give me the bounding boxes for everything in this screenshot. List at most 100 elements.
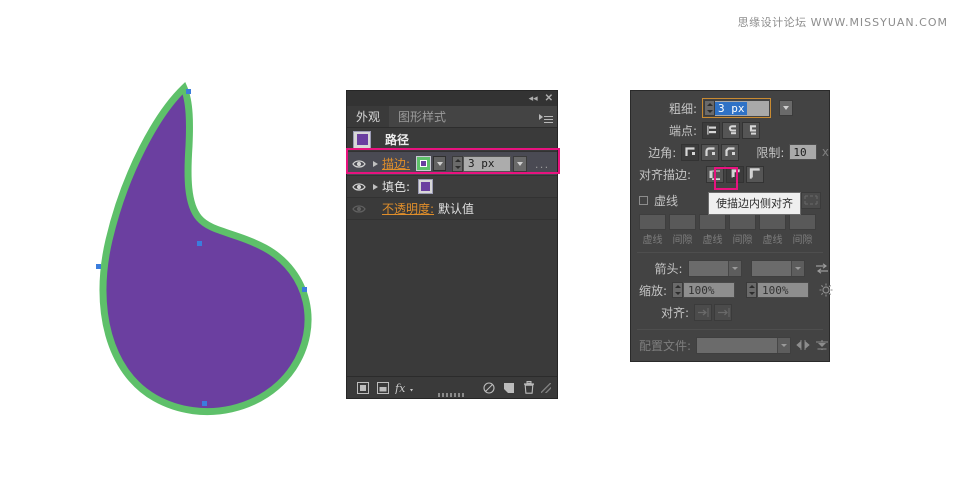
tab-graphic-styles[interactable]: 图形样式 (389, 106, 455, 127)
fx-icon[interactable]: fx (393, 379, 417, 397)
gap-input-1[interactable] (669, 214, 696, 230)
stroke-label[interactable]: 描边: (382, 155, 410, 172)
stroke-weight-stepper[interactable] (452, 155, 464, 172)
visibility-eye-icon[interactable] (350, 200, 368, 218)
flip-along-icon[interactable] (815, 337, 829, 353)
appearance-row-opacity[interactable]: 不透明度: 默认值 (347, 198, 557, 220)
fill-color-swatch[interactable] (418, 179, 434, 194)
dash-input-2[interactable] (699, 214, 726, 230)
visibility-eye-icon[interactable] (350, 155, 368, 173)
arrow-scale-end-input[interactable]: 100% (757, 282, 810, 298)
stroke-corner-group (681, 143, 740, 161)
stroke-cap-row: 端点: (631, 119, 829, 141)
dash-cell: 间隙 (729, 214, 756, 246)
stroke-more-options[interactable]: ... (535, 157, 550, 171)
arrow-scale-end-stepper[interactable] (746, 282, 758, 298)
delete-item-icon[interactable] (519, 379, 539, 397)
stroke-weight-stepper[interactable] (704, 100, 715, 116)
dash-input-1[interactable] (639, 214, 666, 230)
miter-limit-unit: x (821, 145, 829, 159)
arrowhead-start-select[interactable] (687, 259, 742, 277)
stroke-weight-input[interactable]: 3 px (715, 100, 769, 116)
stroke-swatch-dropdown-icon[interactable] (433, 156, 447, 171)
link-scale-icon[interactable] (819, 282, 833, 298)
align-stroke-tooltip: 使描边内侧对齐 (708, 192, 801, 215)
arrowhead-end-select[interactable] (750, 259, 805, 277)
arrow-align-row: 对齐: (631, 301, 829, 323)
visibility-eye-icon[interactable] (350, 178, 368, 196)
dash-input-3[interactable] (759, 214, 786, 230)
anchor-point[interactable] (186, 89, 191, 94)
anchor-point[interactable] (202, 401, 207, 406)
stroke-color-swatch[interactable] (416, 156, 432, 171)
stroke-weight-dropdown-icon[interactable] (513, 155, 528, 172)
align-stroke-outside-icon[interactable] (746, 165, 764, 183)
stroke-weight-input[interactable]: 3 px (463, 155, 512, 172)
miter-join-icon[interactable] (681, 143, 700, 161)
watermark-site-name: 思缘设计论坛 (737, 16, 807, 29)
round-cap-icon[interactable] (722, 121, 740, 139)
miter-limit-input[interactable]: 10 (789, 144, 817, 160)
clear-appearance-icon[interactable] (479, 379, 499, 397)
anchor-point[interactable] (96, 264, 101, 269)
close-icon[interactable]: ✕ (545, 93, 553, 104)
dash-caption-1: 虚线 (642, 235, 663, 246)
arrow-align-group (694, 303, 732, 321)
width-profile-select[interactable] (696, 336, 791, 354)
gap-input-3[interactable] (789, 214, 816, 230)
tab-appearance[interactable]: 外观 (347, 106, 390, 127)
add-new-fill-icon[interactable] (373, 379, 393, 397)
anchor-point[interactable] (302, 287, 307, 292)
panel-menu-icon[interactable] (539, 110, 553, 123)
duplicate-item-icon[interactable] (499, 379, 519, 397)
resize-grip[interactable] (541, 382, 551, 393)
appearance-row-object[interactable]: 路径 (347, 128, 557, 152)
add-new-stroke-icon[interactable] (353, 379, 373, 397)
bevel-join-icon[interactable] (721, 143, 740, 161)
round-join-icon[interactable] (701, 143, 720, 161)
gap-caption-1: 间隙 (672, 235, 693, 246)
opacity-value: 默认值 (438, 202, 475, 216)
collapse-icon[interactable]: ◂◂ (529, 94, 538, 103)
arrow-scale-start-control[interactable]: 100% (672, 282, 736, 298)
panel-drag-handle[interactable] (438, 393, 466, 397)
expand-fill-icon[interactable] (368, 184, 382, 190)
watermark: 思缘设计论坛 WWW.MISSYUAN.COM (738, 14, 948, 30)
fill-label[interactable]: 填色: (382, 178, 410, 195)
chevron-down-icon (777, 337, 790, 353)
panel-divider (637, 252, 823, 253)
opacity-label[interactable]: 不透明度: (382, 200, 434, 217)
anchor-point[interactable] (197, 241, 202, 246)
stroke-weight-dropdown-icon[interactable] (779, 100, 793, 116)
stroke-cap-label: 端点: (668, 123, 697, 138)
panel-divider (637, 329, 823, 330)
appearance-row-stroke[interactable]: 描边: 3 px ... (347, 152, 557, 176)
arrow-scale-start-input[interactable]: 100% (683, 282, 736, 298)
stroke-weight-control[interactable]: 3 px (702, 98, 771, 118)
extend-arrows-beyond-end-icon[interactable] (694, 303, 712, 321)
align-stroke-highlight-box (714, 167, 738, 190)
arrow-scale-start-stepper[interactable] (672, 282, 684, 298)
appearance-attribute-list: 路径 描边: 3 px ... 填色: 不透明度: 默认值 (347, 128, 557, 376)
flip-across-icon[interactable] (796, 337, 810, 353)
appearance-row-fill[interactable]: 填色: (347, 176, 557, 198)
expand-stroke-icon[interactable] (368, 161, 382, 167)
butt-cap-icon[interactable] (702, 121, 720, 139)
arrow-scale-label: 缩放: (639, 283, 668, 298)
width-profile-row: 配置文件: (631, 334, 829, 356)
arrow-scale-row: 缩放: 100% 100% (631, 279, 833, 301)
swap-arrowheads-icon[interactable] (815, 260, 829, 276)
projecting-cap-icon[interactable] (742, 121, 760, 139)
gap-input-2[interactable] (729, 214, 756, 230)
dashed-line-checkbox[interactable] (639, 195, 648, 205)
object-thumbnail (353, 130, 371, 149)
dash-align-corners-icon[interactable] (801, 191, 821, 209)
stroke-corner-label: 边角: (648, 145, 677, 160)
place-arrows-at-end-icon[interactable] (714, 303, 732, 321)
svg-text:fx: fx (395, 382, 406, 394)
appearance-panel-tabs: 外观 图形样式 (347, 106, 557, 128)
dash-caption-2: 虚线 (702, 235, 723, 246)
dash-cell: 虚线 (699, 214, 726, 246)
watermark-url: WWW.MISSYUAN.COM (810, 16, 948, 29)
arrow-scale-end-control[interactable]: 100% (746, 282, 810, 298)
